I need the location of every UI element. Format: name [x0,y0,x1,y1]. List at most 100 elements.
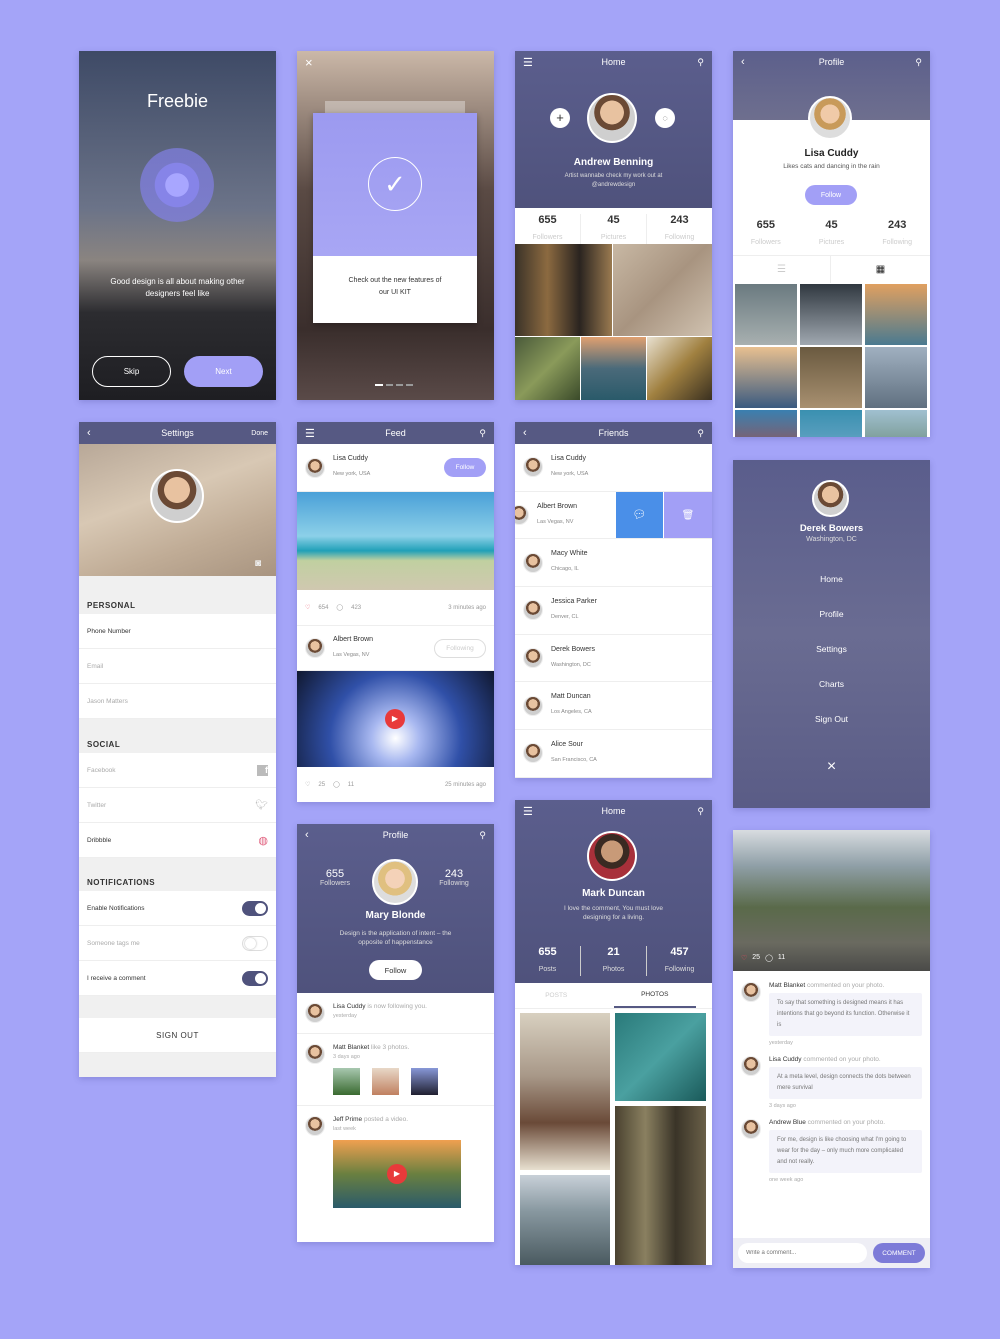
photo-footprints[interactable] [613,244,712,336]
walkthrough-card: ✓ Check out the new features of our UI K… [313,113,477,323]
menu-icon[interactable]: ☰ [305,427,315,440]
stats: 655 Followers 45 Pictures 243 Following [750,219,912,246]
menu-item-profile[interactable]: Profile [733,609,930,619]
play-icon[interactable]: ▶ [387,1164,407,1184]
comment-button[interactable]: COMMENT [873,1243,925,1263]
follow-button[interactable]: Follow [369,960,422,980]
friend-row[interactable]: Albert Brown Las Vegas, NV 💬︎ 🗑︎ [515,491,712,540]
following-button[interactable]: Following [434,639,486,658]
activity-item[interactable]: Lisa Cuddy is now following you. yesterda… [297,993,494,1034]
menu-icon[interactable]: ☰ [523,805,533,818]
search-icon[interactable]: ⚲ [697,428,704,439]
tab-photos[interactable]: PHOTOS [613,983,696,1008]
done-button[interactable]: Done [251,430,268,437]
chat-icon[interactable]: ◌ [655,108,675,128]
friend-row[interactable]: Jessica Parker Denver, CL [515,587,712,635]
friend-row[interactable]: Alice Sour San Francisco, CA [515,730,712,778]
grid-photo[interactable] [800,410,862,437]
comment-icon[interactable]: ◯ [336,604,343,611]
photo-forest[interactable] [615,1106,706,1265]
search-icon[interactable]: ⚲ [697,806,704,817]
page-indicator[interactable] [375,384,413,386]
grid-photo[interactable] [735,284,797,345]
follow-button[interactable]: Follow [444,458,486,477]
message-action-button[interactable]: 💬︎ [616,491,663,539]
grid-view-icon[interactable]: ▦ [831,255,930,283]
friend-row[interactable]: Derek Bowers Washington, DC [515,634,712,683]
search-icon[interactable]: ⚲ [479,830,486,841]
photo-mountains[interactable] [520,1175,610,1265]
friend-row[interactable]: Matt Duncan Los Angeles, CA [515,682,712,731]
facebook-row[interactable]: Facebook f [79,753,276,788]
follow-button[interactable]: Follow [805,185,857,205]
comment-input[interactable] [738,1243,867,1263]
photo-lake[interactable] [581,337,646,400]
twitter-row[interactable]: Twitter 🐦︎ [79,788,276,823]
grid-photo[interactable] [735,410,797,437]
grid-photo[interactable] [865,347,927,408]
menu-item-sign-out[interactable]: Sign Out [733,714,930,724]
liked-photo-thumb[interactable] [411,1068,438,1095]
section-personal: PERSONAL [79,576,276,614]
camera-icon[interactable]: ◙ [255,558,261,569]
comment-icon[interactable]: ◯ [333,781,340,788]
back-icon[interactable]: ‹ [305,829,309,841]
friend-row[interactable]: Lisa Cuddy New york, USA [515,444,712,492]
add-icon[interactable]: + [550,108,570,128]
comment-icon[interactable]: ◯ [765,954,773,962]
grid-photo[interactable] [865,410,927,437]
search-icon[interactable]: ⚲ [697,57,704,68]
post-video-concert[interactable]: ▶ [297,671,494,767]
photo-keyboard[interactable] [515,337,580,400]
heart-icon[interactable]: ♡ [741,954,747,962]
activity-item[interactable]: Jeff Prime posted a video. last week ▶ [297,1106,494,1218]
enable-notifications-toggle[interactable] [242,900,268,916]
grid-photo[interactable] [800,347,862,408]
friend-row[interactable]: Macy White Chicago, IL [515,539,712,588]
next-button[interactable]: Next [184,356,263,387]
grid-photo[interactable] [800,284,862,345]
photo-street[interactable] [520,1013,610,1170]
grid-photo[interactable] [735,347,797,408]
delete-action-button[interactable]: 🗑︎ [664,491,712,539]
tags-toggle[interactable] [242,935,268,951]
grid-photo[interactable] [865,284,927,345]
video-thumb[interactable]: ▶ [333,1140,461,1208]
header-title: Home [601,57,626,67]
photo-city[interactable] [515,244,612,336]
post-photo-van[interactable] [297,492,494,590]
menu-icon[interactable]: ☰ [523,56,533,69]
menu-item-charts[interactable]: Charts [733,679,930,689]
comment-toggle[interactable] [242,970,268,986]
tab-posts[interactable]: POSTS [515,983,598,1008]
liked-photo-thumb[interactable] [372,1068,399,1095]
dribbble-row[interactable]: Dribbble ◍ [79,823,276,858]
avatar[interactable] [150,469,204,523]
header-title: Settings [161,428,194,438]
sign-out-button[interactable]: SIGN OUT [79,1018,276,1053]
profile-bio: Artist wannabe check my work out at @and… [564,173,663,188]
back-icon[interactable]: ‹ [87,427,91,439]
activity-item[interactable]: Matt Blanket like 3 photos. 3 days ago [297,1034,494,1106]
back-icon[interactable]: ‹ [523,427,527,439]
name-field[interactable]: Jason Matters [79,684,276,719]
back-icon[interactable]: ‹ [741,56,745,68]
email-field[interactable]: Email [79,649,276,684]
menu-item-settings[interactable]: Settings [733,644,930,654]
photo-tea[interactable] [647,337,712,400]
search-icon[interactable]: ⚲ [915,57,922,68]
heart-icon[interactable]: ♡ [305,604,310,611]
play-icon[interactable]: ▶ [385,709,405,729]
skip-button[interactable]: Skip [92,356,171,387]
profile-name: Andrew Benning [573,157,654,168]
close-icon[interactable]: × [305,55,313,70]
phone-number-field[interactable]: Phone Number [79,614,276,649]
profile-bio: Design is the application of intent – th… [339,930,452,946]
heart-icon[interactable]: ♡ [305,781,310,788]
list-view-icon[interactable]: ☰ [733,255,831,283]
liked-photo-thumb[interactable] [333,1068,360,1095]
search-icon[interactable]: ⚲ [479,428,486,439]
photo-boat-water[interactable] [615,1013,706,1101]
menu-item-home[interactable]: Home [733,574,930,584]
close-icon[interactable]: × [733,758,930,776]
